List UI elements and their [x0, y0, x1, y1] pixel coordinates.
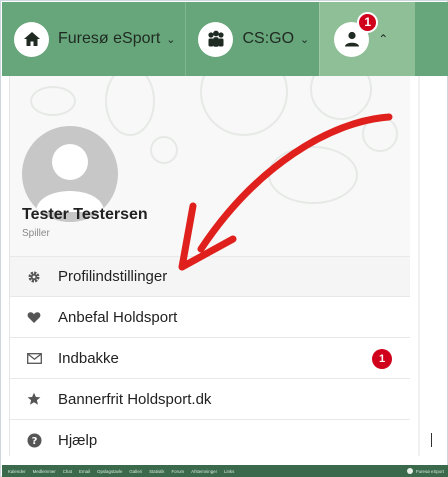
bottom-link[interactable]: Forum — [171, 469, 184, 474]
chevron-down-icon: ⌄ — [166, 33, 176, 46]
menu-item-bannerfree[interactable]: Bannerfrit Holdsport.dk — [10, 379, 410, 420]
profile-dropdown: Tester Testersen Spiller Profilindstilli… — [9, 76, 420, 456]
bottom-link[interactable]: Links — [224, 469, 234, 474]
bottom-link[interactable]: Kalender — [8, 469, 26, 474]
text-cursor — [431, 433, 432, 447]
team-selector[interactable]: CS:GO ⌄ — [185, 2, 319, 76]
bottom-link[interactable]: Galleri — [129, 469, 142, 474]
menu-item-profile-settings[interactable]: Profilindstillinger — [10, 256, 410, 297]
menu-item-label: Bannerfrit Holdsport.dk — [58, 390, 212, 408]
heart-icon — [24, 311, 44, 324]
menu-item-label: Hjælp — [58, 431, 98, 449]
bottom-link[interactable]: Statistik — [149, 469, 164, 474]
decorative-ball — [200, 76, 288, 136]
chevron-down-icon: ⌄ — [300, 33, 310, 46]
help-icon: ? — [24, 433, 44, 448]
profile-menu: Profilindstillinger Anbefal Holdsport In… — [10, 256, 410, 456]
user-name: Tester Testersen — [22, 206, 148, 223]
app-window: Furesø eSport ⌄ CS:GO ⌄ 1 ⌃ Tester Teste… — [0, 0, 448, 477]
decorative-shape — [268, 146, 358, 204]
decorative-racket — [105, 76, 155, 136]
bottom-link[interactable]: Chat — [63, 469, 72, 474]
menu-item-label: Profilindstillinger — [58, 268, 168, 285]
menu-item-label: Indbakke — [58, 349, 119, 367]
gear-icon — [24, 270, 44, 284]
notification-badge: 1 — [357, 11, 379, 33]
club-selector[interactable]: Furesø eSport ⌄ — [2, 2, 185, 76]
dropdown-scrollbar[interactable] — [418, 76, 420, 456]
bottom-link[interactable]: Opslagstavle — [97, 469, 122, 474]
chevron-up-icon: ⌃ — [378, 32, 389, 46]
bottom-club-label: Furesø eSport — [415, 468, 444, 474]
decorative-ball — [30, 86, 76, 116]
profile-header: Tester Testersen Spiller — [10, 76, 410, 256]
profile-menu-toggle[interactable]: 1 ⌃ — [319, 2, 416, 76]
bottom-club-link[interactable]: Furesø eSport — [406, 468, 444, 474]
team-name: CS:GO — [242, 30, 295, 47]
menu-item-help[interactable]: ? Hjælp — [10, 420, 410, 456]
decorative-ball — [310, 76, 372, 120]
bottom-link[interactable]: Email — [79, 469, 90, 474]
team-icon — [198, 21, 234, 57]
decorative-ball — [150, 136, 178, 164]
svg-text:?: ? — [31, 436, 37, 447]
bottom-link[interactable]: Afstemninger — [191, 469, 217, 474]
club-name: Furesø eSport — [58, 30, 161, 47]
decorative-ball — [362, 116, 398, 152]
home-icon — [14, 21, 49, 57]
envelope-icon — [24, 352, 44, 364]
menu-item-inbox[interactable]: Indbakke 1 — [10, 338, 410, 379]
inbox-badge: 1 — [372, 349, 392, 369]
star-icon — [24, 392, 44, 406]
home-icon — [406, 468, 413, 474]
user-icon: 1 — [334, 11, 379, 57]
user-role: Spiller — [22, 228, 50, 239]
top-navigation: Furesø eSport ⌄ CS:GO ⌄ 1 ⌃ — [2, 2, 448, 76]
menu-item-label: Anbefal Holdsport — [58, 308, 178, 326]
menu-item-recommend[interactable]: Anbefal Holdsport — [10, 297, 410, 338]
bottom-link[interactable]: Medlemmer — [33, 469, 56, 474]
bottom-navigation: Kalender Medlemmer Chat Email Opslagstav… — [2, 465, 448, 477]
